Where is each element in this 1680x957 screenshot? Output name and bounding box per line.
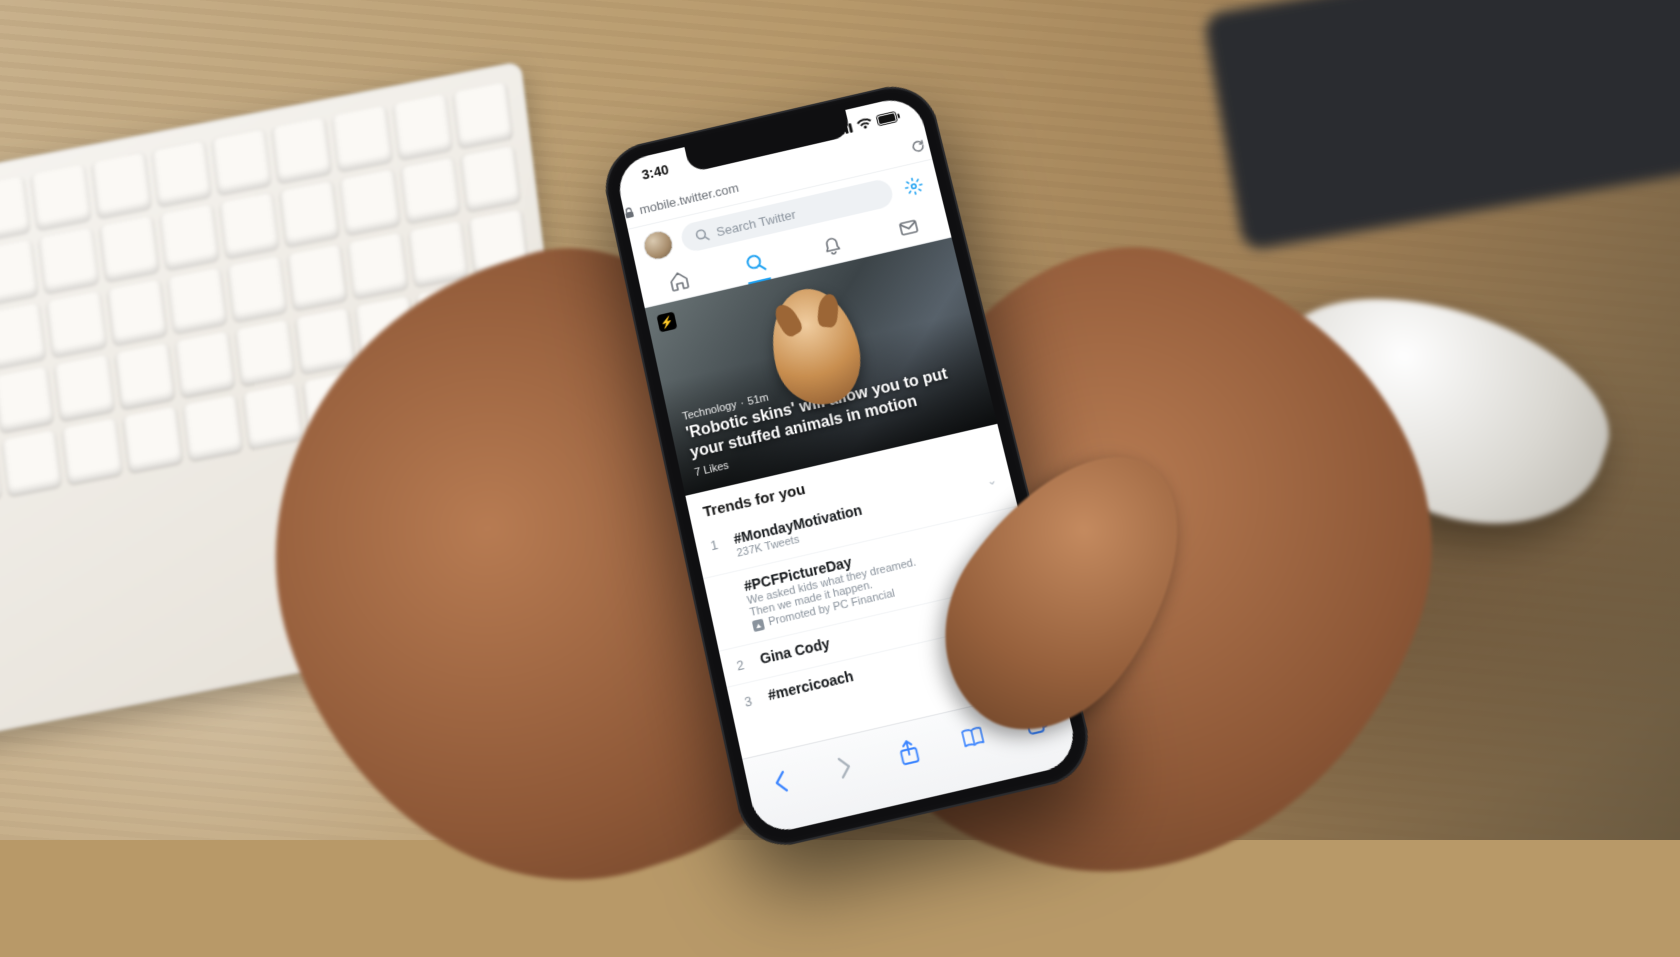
lock-icon bbox=[623, 205, 635, 218]
trend-rank: 1 bbox=[709, 533, 729, 565]
book-icon bbox=[959, 724, 986, 749]
promoted-icon bbox=[752, 618, 765, 631]
search-placeholder: Search Twitter bbox=[715, 206, 797, 238]
chevron-left-icon bbox=[771, 768, 790, 794]
tablet-prop bbox=[1203, 0, 1680, 252]
chevron-down-icon[interactable]: ⌄ bbox=[985, 470, 1002, 501]
share-icon bbox=[896, 737, 922, 766]
back-button[interactable] bbox=[755, 755, 806, 808]
forward-button[interactable] bbox=[819, 740, 871, 793]
wifi-icon bbox=[856, 116, 874, 130]
mail-icon bbox=[896, 214, 922, 239]
trend-rank: 2 bbox=[735, 653, 753, 673]
status-time: 3:40 bbox=[640, 161, 670, 182]
trend-rank: 3 bbox=[743, 689, 761, 709]
settings-button[interactable] bbox=[898, 171, 929, 201]
amp-badge-icon: ⚡ bbox=[656, 311, 677, 332]
chevron-right-icon bbox=[835, 754, 854, 780]
trend-rank bbox=[719, 580, 744, 637]
avatar[interactable] bbox=[641, 228, 676, 263]
settings-icon bbox=[902, 174, 926, 197]
search-tab-icon bbox=[743, 249, 769, 274]
share-button[interactable] bbox=[883, 725, 935, 778]
battery-icon bbox=[876, 110, 901, 126]
search-icon bbox=[694, 227, 710, 243]
reload-icon[interactable] bbox=[910, 137, 926, 153]
home-icon bbox=[666, 267, 692, 292]
bell-icon bbox=[819, 232, 845, 257]
